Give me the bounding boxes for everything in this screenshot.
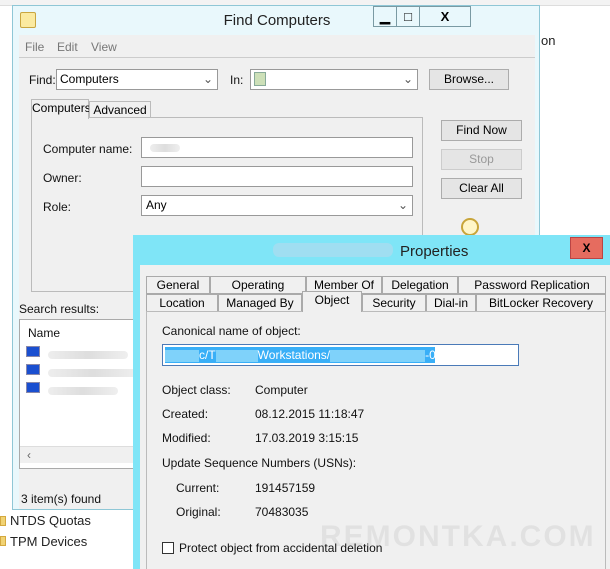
- computer-icon: [26, 382, 40, 393]
- modified-label: Modified:: [162, 431, 211, 445]
- horizontal-scrollbar[interactable]: ‹: [20, 446, 145, 463]
- usn-original-label: Original:: [176, 505, 221, 519]
- canonical-name-label: Canonical name of object:: [162, 324, 301, 338]
- in-select[interactable]: ⌄: [250, 69, 418, 90]
- tab-location[interactable]: Location: [146, 294, 218, 312]
- tab-delegation[interactable]: Delegation: [382, 276, 458, 294]
- properties-title: Properties: [400, 243, 469, 260]
- close-button[interactable]: X: [570, 237, 603, 259]
- close-button[interactable]: X: [419, 6, 471, 27]
- domain-icon: [254, 72, 266, 86]
- usn-original-value: 70483035: [255, 505, 309, 519]
- watermark: REMONTKA.COM: [320, 520, 596, 553]
- tree-item[interactable]: TPM Devices: [10, 534, 87, 549]
- usn-label: Update Sequence Numbers (USNs):: [162, 456, 357, 470]
- modified-value: 17.03.2019 3:15:15: [255, 431, 359, 445]
- tab-bitlocker-recovery[interactable]: BitLocker Recovery: [476, 294, 606, 312]
- role-select[interactable]: Any ⌄: [141, 195, 413, 216]
- scroll-left-icon: ‹: [27, 448, 31, 462]
- search-results-label: Search results:: [19, 302, 100, 316]
- result-row[interactable]: [26, 364, 146, 380]
- results-list: Name ‹: [19, 319, 146, 469]
- created-label: Created:: [162, 407, 209, 421]
- tab-security[interactable]: Security: [362, 294, 426, 312]
- tab-dial-in[interactable]: Dial-in: [426, 294, 476, 312]
- clear-all-button[interactable]: Clear All: [441, 178, 522, 199]
- tab-general[interactable]: General: [146, 276, 210, 294]
- background-text: on: [541, 33, 556, 48]
- computer-icon: [26, 346, 40, 357]
- usn-current-value: 191457159: [255, 481, 316, 495]
- search-magnifier-icon: [461, 218, 479, 236]
- properties-window: Properties X GeneralOperating SystemMemb…: [133, 235, 610, 569]
- object-class-label: Object class:: [162, 383, 231, 397]
- in-label: In:: [230, 73, 244, 87]
- status-bar: 3 item(s) found: [21, 492, 102, 506]
- owner-label: Owner:: [43, 171, 82, 185]
- tab-password-replication[interactable]: Password Replication: [458, 276, 606, 294]
- usn-current-label: Current:: [176, 481, 220, 495]
- computer-name-input[interactable]: [141, 137, 413, 158]
- result-row[interactable]: [26, 382, 146, 398]
- tab-object[interactable]: Object: [302, 291, 362, 312]
- column-name[interactable]: Name: [28, 326, 60, 340]
- find-now-button[interactable]: Find Now: [441, 120, 522, 141]
- canonical-name-input[interactable]: c/TWorkstations/-01: [162, 344, 519, 366]
- role-label: Role:: [43, 200, 72, 214]
- minimize-button[interactable]: ▁: [373, 6, 397, 27]
- find-label: Find:: [29, 73, 56, 87]
- created-value: 08.12.2015 11:18:47: [255, 407, 365, 421]
- folder-icon: [0, 516, 6, 526]
- owner-input[interactable]: [141, 166, 413, 187]
- browse-button[interactable]: Browse...: [429, 69, 509, 90]
- find-select[interactable]: Computers ⌄: [56, 69, 218, 90]
- tree-item[interactable]: NTDS Quotas: [10, 513, 91, 528]
- properties-client: GeneralOperating SystemMember OfDelegati…: [140, 265, 610, 569]
- menu-edit[interactable]: Edit: [57, 40, 78, 54]
- menu-file[interactable]: File: [25, 40, 44, 54]
- computer-icon: [26, 364, 40, 375]
- tab-computers[interactable]: Computers: [31, 99, 91, 119]
- menu-view[interactable]: View: [91, 40, 117, 54]
- folder-icon: [0, 536, 6, 546]
- object-class-value: Computer: [255, 383, 308, 397]
- maximize-button[interactable]: □: [396, 6, 420, 27]
- tab-managed-by[interactable]: Managed By: [218, 294, 302, 312]
- tab-operating-system[interactable]: Operating System: [210, 276, 306, 308]
- computer-name-label: Computer name:: [43, 142, 133, 156]
- stop-button[interactable]: Stop: [441, 149, 522, 170]
- result-row[interactable]: [26, 346, 146, 362]
- protect-checkbox[interactable]: [162, 542, 174, 554]
- tab-advanced[interactable]: Advanced: [89, 101, 151, 118]
